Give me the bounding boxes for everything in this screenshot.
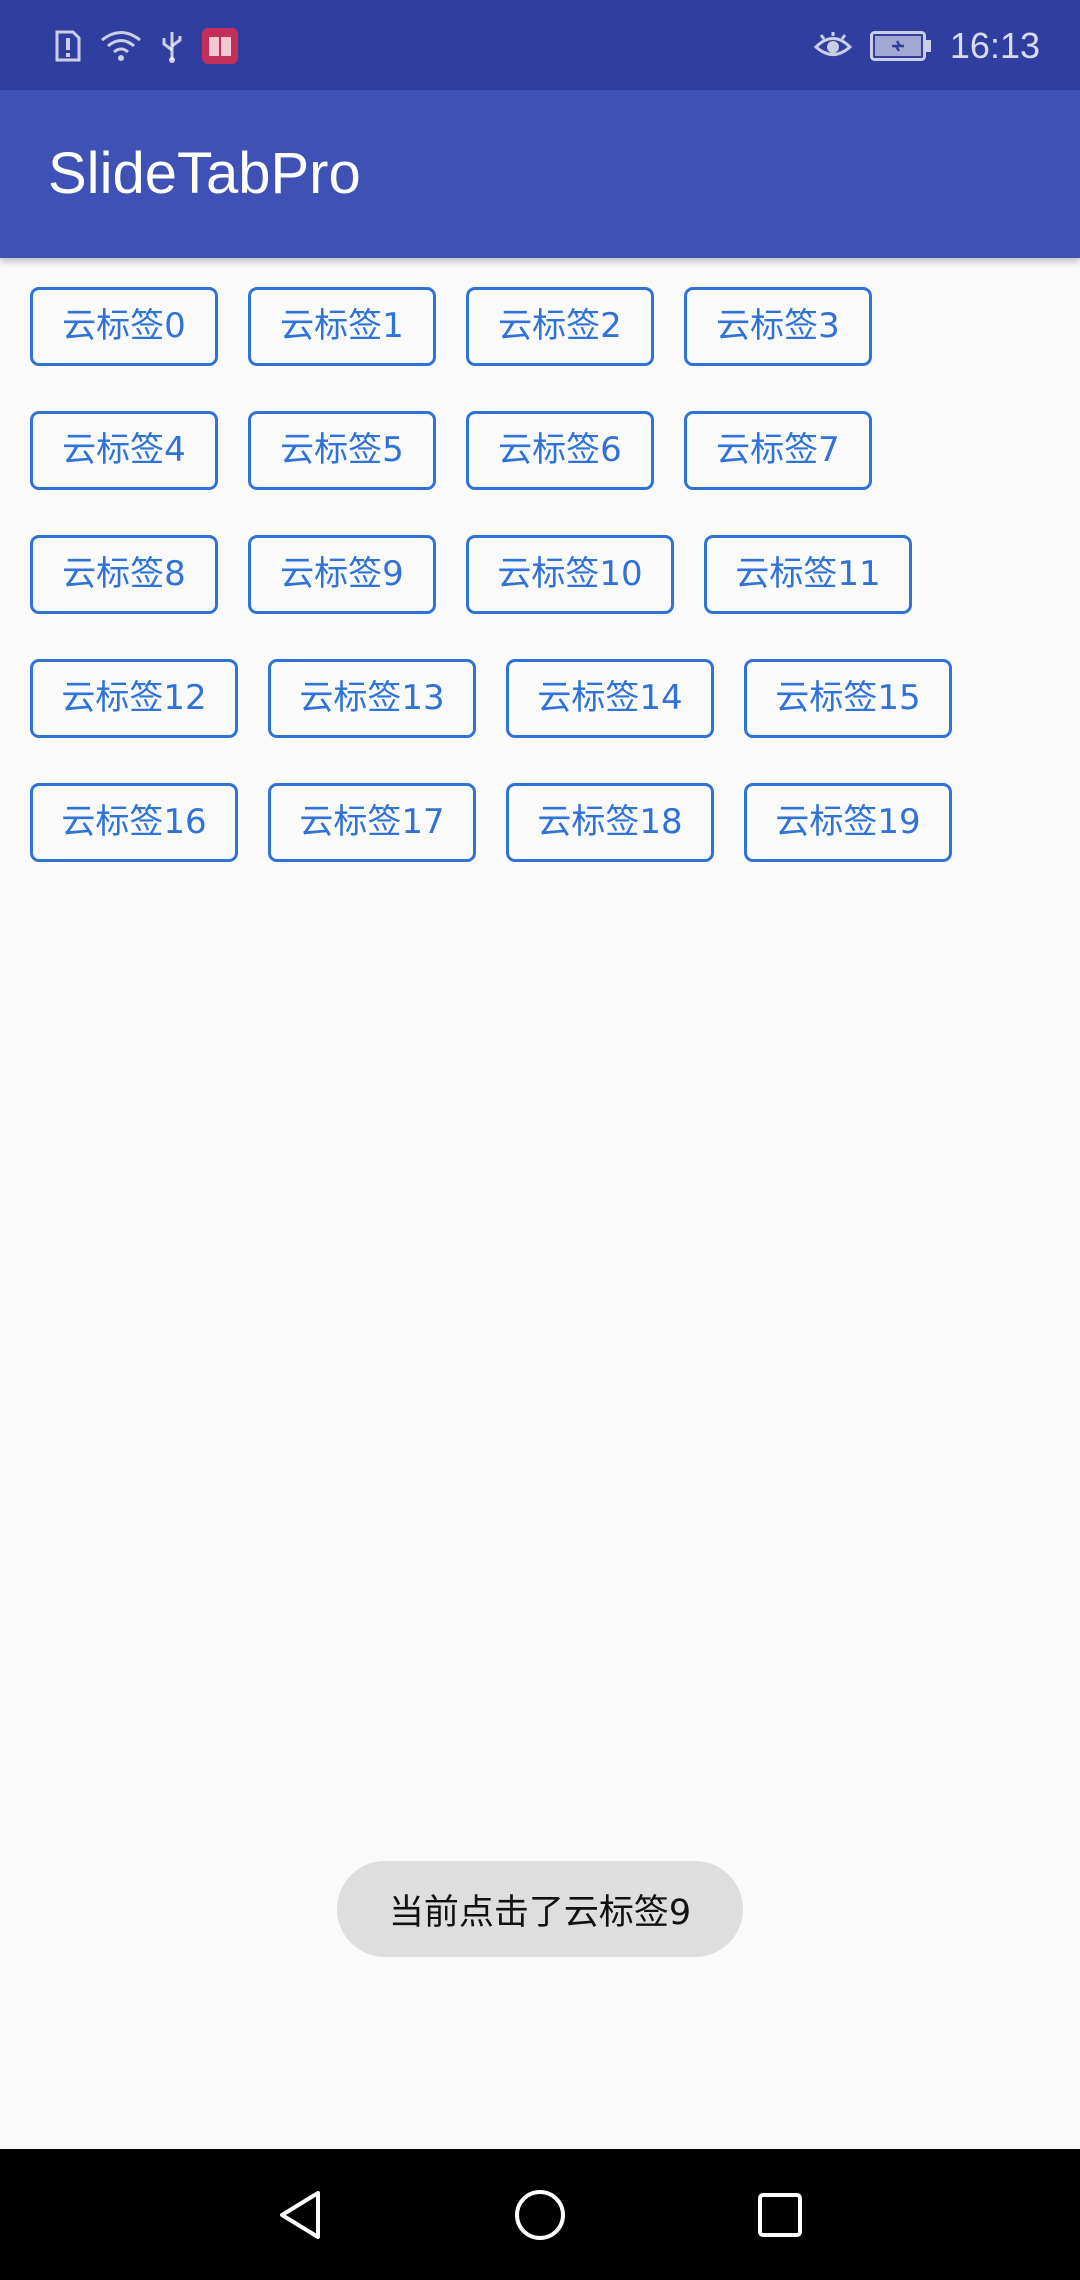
app-title: SlideTabPro [48,141,361,206]
tag-16[interactable]: 云标签16 [30,783,238,862]
back-icon [276,2189,324,2241]
tag-0[interactable]: 云标签0 [30,287,218,366]
tag-17[interactable]: 云标签17 [268,783,476,862]
book-app-icon [202,28,238,64]
tag-2[interactable]: 云标签2 [466,287,654,366]
battery-charging-icon [869,31,932,61]
status-time: 16:13 [949,25,1040,66]
tag-5[interactable]: 云标签5 [248,411,436,490]
tag-14[interactable]: 云标签14 [506,659,714,738]
status-bar: 16:13 [0,0,1080,90]
tag-7[interactable]: 云标签7 [684,411,872,490]
recents-icon [756,2191,804,2239]
home-icon [513,2188,567,2242]
tag-8[interactable]: 云标签8 [30,535,218,614]
tag-13[interactable]: 云标签13 [268,659,476,738]
wifi-icon [100,29,142,63]
home-button[interactable] [510,2185,570,2245]
tag-18[interactable]: 云标签18 [506,783,714,862]
app-bar: SlideTabPro [0,90,1080,258]
tag-15[interactable]: 云标签15 [744,659,952,738]
recents-button[interactable] [750,2185,810,2245]
tag-1[interactable]: 云标签1 [248,287,436,366]
sim-alert-icon [54,29,82,63]
tag-3[interactable]: 云标签3 [684,287,872,366]
status-left-icons [54,24,238,68]
tag-11[interactable]: 云标签11 [704,535,912,614]
tag-6[interactable]: 云标签6 [466,411,654,490]
tag-19[interactable]: 云标签19 [744,783,952,862]
eye-comfort-icon [813,32,852,60]
back-button[interactable] [270,2185,330,2245]
navigation-bar [0,2149,1080,2280]
tag-9[interactable]: 云标签9 [248,535,436,614]
tag-cloud: 云标签0 云标签1 云标签2 云标签3 云标签4 云标签5 云标签6 云标签7 … [30,287,1050,862]
tag-10[interactable]: 云标签10 [466,535,674,614]
tag-4[interactable]: 云标签4 [30,411,218,490]
usb-icon [160,28,184,64]
tag-12[interactable]: 云标签12 [30,659,238,738]
status-right-icons: 16:13 [813,22,1040,70]
toast-message: 当前点击了云标签9 [337,1861,743,1957]
